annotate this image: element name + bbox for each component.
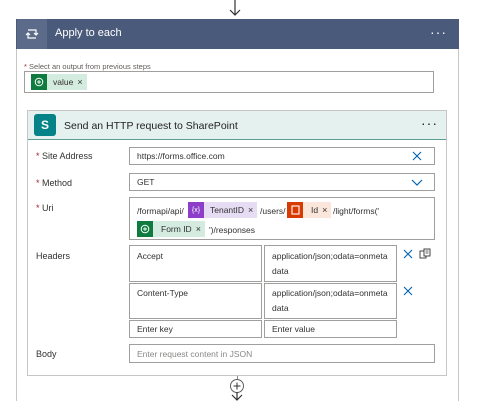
site-address-label: * Site Address (36, 151, 93, 161)
site-address-input[interactable]: https://forms.office.com (129, 147, 435, 165)
form-id-token[interactable]: Form ID × (137, 221, 205, 237)
select-output-label: * Select an output from previous steps (24, 62, 151, 71)
required-marker: * (36, 151, 40, 161)
uri-label-text: Uri (42, 203, 54, 213)
uri-segment: /formapi/api/ (137, 206, 184, 216)
remove-header-icon[interactable] (403, 286, 413, 296)
required-marker: * (36, 203, 40, 213)
clear-icon[interactable] (412, 151, 422, 161)
header-value-field[interactable]: application/json;odata=onmeta data (264, 283, 397, 319)
required-marker: * (36, 178, 40, 188)
uri-segment: /light/forms(' (333, 206, 380, 216)
header-value-input[interactable]: Enter value (264, 320, 397, 338)
header-value-field[interactable]: application/json;odata=onmeta data (264, 245, 397, 282)
value-token-label: value (53, 77, 74, 87)
remove-token-icon[interactable]: × (248, 205, 253, 215)
header-value-line: application/json;odata=onmeta (272, 288, 388, 298)
method-dropdown[interactable]: GET (129, 173, 435, 191)
sharepoint-icon: S (34, 114, 56, 136)
header-key-value: Content-Type (137, 288, 189, 298)
form-id-token-label: Form ID (161, 224, 192, 234)
remove-token-icon[interactable]: × (322, 205, 327, 215)
apply-to-each-title: Apply to each (55, 27, 122, 39)
header-key-placeholder: Enter key (137, 324, 173, 334)
method-label-text: Method (42, 178, 73, 188)
select-output-input[interactable]: value × (24, 71, 434, 93)
select-output-label-text: Select an output from previous steps (29, 62, 151, 71)
uri-label: * Uri (36, 203, 54, 213)
site-address-value: https://forms.office.com (137, 151, 225, 161)
loop-icon (17, 19, 47, 49)
dynamic-content-icon (31, 74, 47, 90)
id-token-label: Id (311, 205, 319, 215)
remove-token-icon[interactable]: × (77, 77, 82, 87)
office365-icon (287, 202, 303, 218)
header-key-field[interactable]: Content-Type (129, 283, 262, 319)
headers-label: Headers (36, 251, 71, 261)
add-step-button[interactable] (230, 379, 244, 393)
uri-segment: ')/responses (209, 225, 256, 235)
arrow-down-icon (229, 0, 241, 16)
remove-token-icon[interactable]: × (196, 224, 201, 234)
body-placeholder: Enter request content in JSON (137, 349, 253, 359)
dynamic-content-icon (137, 221, 153, 237)
plus-icon (233, 382, 241, 390)
header-value-line: data (272, 303, 289, 313)
more-options-icon[interactable]: ··· (430, 24, 447, 40)
header-key-input[interactable]: Enter key (129, 320, 262, 338)
arrow-down-icon (231, 392, 243, 401)
header-value-line: application/json;odata=onmeta (272, 251, 388, 261)
remove-header-icon[interactable] (403, 249, 413, 259)
header-key-value: Accept (137, 251, 163, 261)
switch-to-text-mode-icon[interactable] (419, 248, 431, 260)
id-token[interactable]: Id × (287, 202, 332, 218)
action-title: Send an HTTP request to SharePoint (64, 120, 238, 132)
body-label: Body (36, 349, 57, 359)
method-value: GET (137, 177, 155, 187)
uri-segment: /users/ (260, 206, 286, 216)
body-input[interactable]: Enter request content in JSON (129, 344, 435, 363)
method-label: * Method (36, 178, 72, 188)
tenantid-token[interactable]: {x} TenantID × (188, 202, 258, 218)
uri-input[interactable]: /formapi/api/ {x} TenantID × /users/ Id … (129, 197, 435, 240)
site-address-label-text: Site Address (42, 151, 93, 161)
header-value-line: data (272, 266, 289, 276)
tenantid-token-label: TenantID (210, 205, 245, 215)
variable-icon: {x} (188, 202, 204, 218)
header-value-placeholder: Enter value (272, 324, 315, 334)
chevron-down-icon[interactable] (411, 178, 423, 188)
value-token[interactable]: value × (31, 74, 87, 90)
action-more-options-icon[interactable]: ··· (421, 115, 438, 131)
header-key-field[interactable]: Accept (129, 245, 262, 282)
required-marker: * (24, 62, 27, 71)
